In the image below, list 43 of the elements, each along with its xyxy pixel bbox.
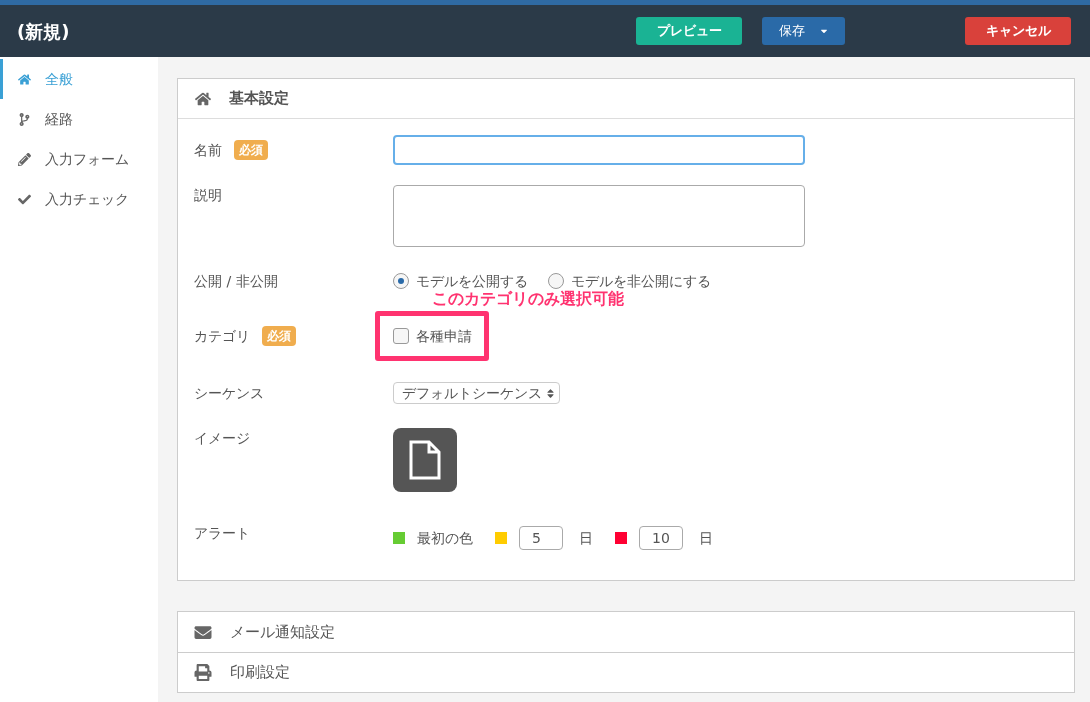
- required-badge: 必須: [234, 139, 268, 160]
- days-unit: 日: [579, 528, 593, 548]
- sort-icon: [546, 387, 555, 399]
- image-thumbnail[interactable]: [393, 428, 457, 492]
- field-label: イメージ: [194, 429, 250, 448]
- field-label: シーケンス: [194, 383, 264, 403]
- sequence-select[interactable]: デフォルトシーケンス: [393, 382, 560, 404]
- radio-label: モデルを非公開にする: [571, 271, 711, 290]
- home-icon: [18, 72, 31, 86]
- name-input[interactable]: [393, 135, 805, 165]
- field-label: アラート: [194, 524, 250, 543]
- annotation-text: このカテゴリのみ選択可能: [432, 289, 624, 310]
- panel-title: 基本設定: [229, 88, 289, 110]
- envelope-icon: [193, 623, 213, 641]
- description-textarea[interactable]: [393, 185, 805, 247]
- field-label: 公開 / 非公開: [194, 271, 278, 291]
- cancel-button[interactable]: キャンセル: [965, 17, 1071, 45]
- days-input[interactable]: 10: [639, 526, 683, 550]
- page-title: (新規): [17, 19, 70, 44]
- sidebar-item[interactable]: 入力チェック: [0, 179, 158, 219]
- required-badge: 必須: [262, 325, 296, 346]
- field-label: カテゴリ: [194, 326, 250, 346]
- section-header[interactable]: メール通知設定: [178, 612, 1074, 652]
- days-input[interactable]: 5: [519, 526, 563, 550]
- radio-button[interactable]: [548, 273, 564, 289]
- printer-icon: [193, 664, 213, 681]
- save-button[interactable]: 保存: [762, 17, 845, 45]
- checkbox-label: 各種申請: [416, 326, 472, 346]
- checkbox[interactable]: [393, 328, 409, 344]
- branch-icon: [18, 112, 31, 126]
- sidebar-item[interactable]: 入力フォーム: [0, 139, 158, 179]
- radio-button[interactable]: [393, 273, 409, 289]
- field-label: 説明: [194, 186, 222, 205]
- sidebar-item[interactable]: 経路: [0, 99, 158, 139]
- file-icon: [409, 440, 441, 480]
- alert-label: 最初の色: [417, 528, 473, 548]
- pencil-icon: [18, 152, 31, 166]
- field-label: 名前: [194, 140, 222, 160]
- check-icon: [18, 192, 31, 206]
- days-unit: 日: [699, 528, 713, 548]
- section-header[interactable]: 印刷設定: [178, 652, 1074, 692]
- home-icon: [195, 90, 211, 107]
- radio-label: モデルを公開する: [416, 271, 528, 291]
